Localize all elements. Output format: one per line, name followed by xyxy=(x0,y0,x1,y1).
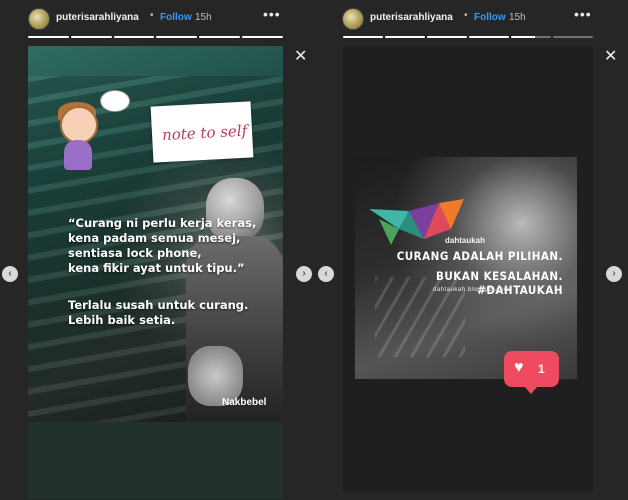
progress-segment xyxy=(199,36,241,38)
quote-line: “Curang ni perlu kerja keras, xyxy=(68,216,257,230)
progress-segment xyxy=(427,36,467,38)
brand-name: dahtaukah xyxy=(445,236,486,245)
progress-segment xyxy=(553,36,593,38)
story-photo: dahtaukah CURANG ADALAH PILIHAN. BUKAN K… xyxy=(355,157,577,379)
cartoon-girl-sticker xyxy=(54,102,102,172)
story-header: puterisarahliyana • Follow 15h ••• xyxy=(28,6,281,30)
follow-button[interactable]: Follow xyxy=(474,12,506,23)
progress-segment xyxy=(156,36,198,38)
chevron-left-icon[interactable]: ‹ xyxy=(318,266,334,282)
story-media[interactable]: note to self “Curang ni perlu kerja kera… xyxy=(28,46,283,499)
signature: Nakbebel xyxy=(222,397,267,408)
follow-button[interactable]: Follow xyxy=(160,12,192,23)
progress-segment xyxy=(70,36,112,38)
quote-line: sentiasa lock phone, xyxy=(68,246,202,260)
progress-segment xyxy=(28,36,69,38)
girl-body xyxy=(64,140,92,170)
chevron-right-icon[interactable]: › xyxy=(606,266,622,282)
chevron-right-icon[interactable]: › xyxy=(296,266,312,282)
progress-segment xyxy=(343,36,383,38)
quote-line: kena padam semua mesej, xyxy=(68,231,241,245)
sub-line: Lebih baik setia. xyxy=(68,313,176,327)
story-bottom-area xyxy=(28,422,283,499)
story-header: puterisarahliyana • Follow 15h ••• xyxy=(342,6,592,30)
blog-url: dahtaukah.blogspot.com xyxy=(433,287,510,293)
more-horizontal-icon[interactable]: ••• xyxy=(574,6,592,22)
progress-segment-active xyxy=(511,36,551,38)
separator-dot: • xyxy=(464,10,468,21)
like-notification: ♥ 1 xyxy=(504,351,559,387)
progress-segment xyxy=(113,36,155,38)
separator-dot: • xyxy=(150,10,154,21)
note-to-self-sticker: note to self xyxy=(150,101,254,163)
story-media[interactable]: dahtaukah CURANG ADALAH PILIHAN. BUKAN K… xyxy=(343,46,593,491)
quote-line: kena fikir ayat untuk tipu.” xyxy=(68,261,245,275)
avatar[interactable] xyxy=(342,8,364,30)
more-horizontal-icon[interactable]: ••• xyxy=(263,6,281,22)
avatar[interactable] xyxy=(28,8,50,30)
progress-segment xyxy=(242,36,283,38)
username[interactable]: puterisarahliyana xyxy=(370,12,453,23)
close-icon[interactable]: ✕ xyxy=(604,46,617,66)
timestamp: 15h xyxy=(195,12,212,23)
girl-head xyxy=(60,106,98,144)
timestamp: 15h xyxy=(509,12,526,23)
like-notification-tail xyxy=(524,386,538,394)
note-text: note to self xyxy=(161,121,248,145)
quote-subtext: Terlalu susah untuk curang. Lebih baik s… xyxy=(68,298,278,328)
progress-segment xyxy=(469,36,509,38)
heart-icon: ♥ xyxy=(514,359,524,376)
story-progress-bar xyxy=(343,36,593,38)
like-count: 1 xyxy=(538,362,545,376)
thought-bubble-sticker xyxy=(100,90,130,112)
chevron-left-icon[interactable]: ‹ xyxy=(2,266,18,282)
close-icon[interactable]: ✕ xyxy=(294,46,307,66)
headline-line-1: CURANG ADALAH PILIHAN. xyxy=(396,249,563,263)
quote-text: “Curang ni perlu kerja keras, kena padam… xyxy=(68,216,278,276)
sub-line: Terlalu susah untuk curang. xyxy=(68,298,249,312)
story-panel-left: puterisarahliyana • Follow 15h ••• ✕ not… xyxy=(0,0,314,500)
username[interactable]: puterisarahliyana xyxy=(56,12,139,23)
story-progress-bar xyxy=(28,36,283,38)
progress-segment xyxy=(385,36,425,38)
